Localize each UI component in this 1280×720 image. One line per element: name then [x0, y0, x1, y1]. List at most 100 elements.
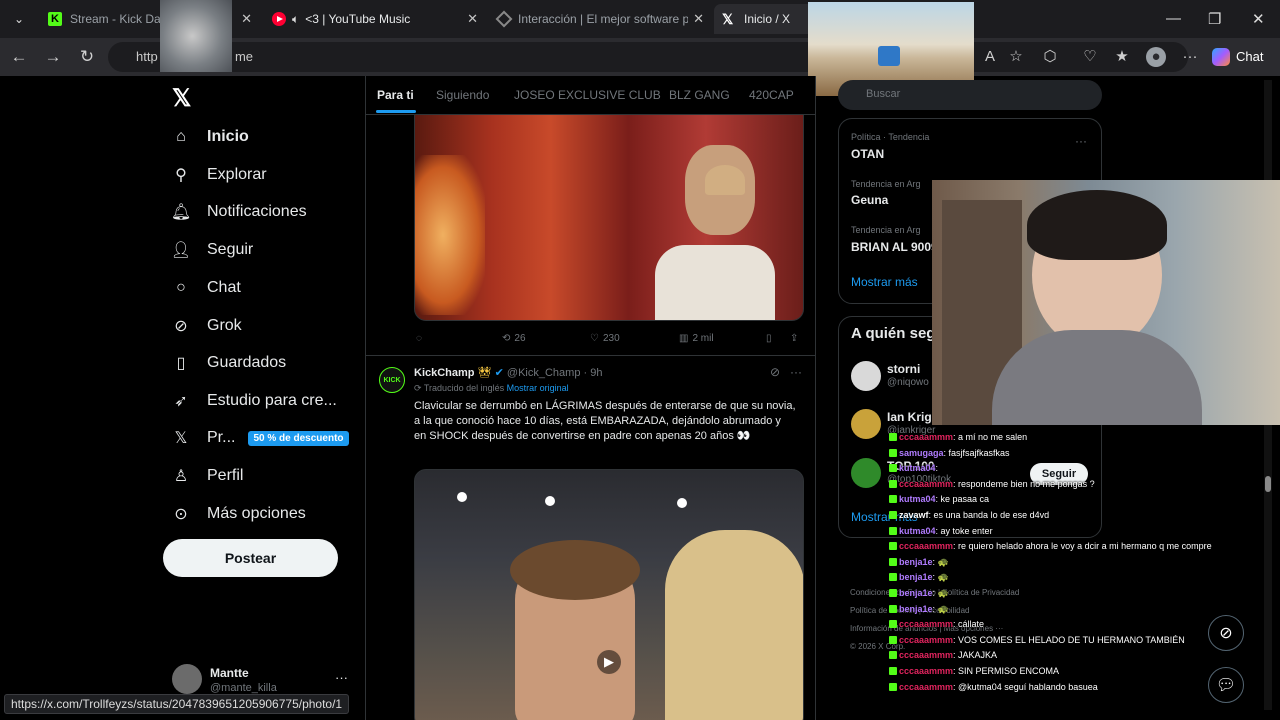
account-name[interactable]: Mantte [210, 666, 249, 680]
tab-list-button[interactable]: ⌄ [4, 4, 34, 34]
minimize-icon[interactable]: — [1166, 10, 1181, 27]
chat-username[interactable]: cccaaammm [899, 479, 953, 489]
nav-item-premium[interactable]: 𝕏 Pr... [171, 423, 236, 453]
tweet-media-image[interactable] [414, 114, 804, 321]
trend-name[interactable]: BRIAN AL 9009 [851, 240, 938, 254]
nav-item-explorar[interactable]: ⚲ Explorar [171, 160, 266, 190]
tab-blz-gang[interactable]: BLZ GANG [669, 88, 730, 102]
chat-username[interactable]: benja1e [899, 572, 933, 582]
show-original-link[interactable]: Mostrar original [507, 383, 569, 393]
footer-link[interactable]: Política de Privacidad [942, 588, 1019, 597]
nav-item-perfil[interactable]: ♙ Perfil [171, 461, 244, 491]
favorites-icon[interactable]: ★ [1112, 47, 1132, 67]
chat-username[interactable]: cccaaammm [899, 635, 953, 645]
account-more-icon[interactable]: ··· [335, 670, 348, 685]
tweet-author[interactable]: KickChamp [414, 367, 475, 379]
address-bar[interactable]: http me [108, 42, 1188, 72]
speaker-icon[interactable]: 🔈︎ [292, 12, 299, 27]
suggestion-name[interactable]: Ian Krige [887, 410, 938, 424]
chat-username[interactable]: kutma04 [899, 463, 936, 473]
suggestion-name[interactable]: storni [887, 362, 920, 376]
reply-icon[interactable]: ◌ [416, 333, 422, 344]
main-feed: Para ti Siguiendo JOSEO EXCLUSIVE CLUB B… [365, 76, 816, 720]
maximize-icon[interactable]: ❐ [1208, 10, 1221, 28]
chat-username[interactable]: kutma04 [899, 526, 936, 536]
chat-username[interactable]: benja1e [899, 588, 933, 598]
grok-icon[interactable]: ⊘ [770, 365, 780, 379]
nav-item-chat[interactable]: ○ Chat [171, 273, 241, 303]
trend-name[interactable]: Geuna [851, 193, 888, 207]
like-button[interactable]: ♡ 230 [590, 333, 620, 344]
chat-username[interactable]: cccaaammm [899, 682, 953, 692]
show-more-link[interactable]: Mostrar más [851, 275, 918, 289]
reload-icon[interactable]: ↻ [76, 46, 98, 68]
tweet-more-icon[interactable]: ··· [790, 365, 802, 379]
nav-item-estudio[interactable]: ➶ Estudio para cre... [171, 386, 337, 416]
play-icon[interactable]: ▶ [597, 650, 621, 674]
avatar[interactable] [851, 458, 881, 488]
chat-username[interactable]: zavawf [899, 510, 929, 520]
x-logo-icon[interactable]: 𝕏 [172, 84, 191, 113]
more-menu-icon[interactable]: ··· [1180, 47, 1200, 67]
nav-label: Perfil [207, 467, 244, 484]
chat-username[interactable]: kutma04 [899, 494, 936, 504]
tab-youtube-music[interactable]: 🔈︎ <3 | YouTube Music ✕ [264, 4, 486, 34]
favorite-star-icon[interactable]: ☆ [1006, 47, 1026, 67]
avatar[interactable] [851, 409, 881, 439]
close-tab-icon[interactable]: ✕ [467, 11, 478, 27]
chat-username[interactable]: benja1e [899, 604, 933, 614]
nav-label: Grok [207, 317, 242, 334]
nav-item-inicio[interactable]: ⌂ Inicio [171, 122, 249, 152]
avatar[interactable]: KICK [379, 367, 405, 393]
chat-username[interactable]: cccaaammm [899, 432, 953, 442]
chat-username[interactable]: samugaga [899, 448, 944, 458]
read-aloud-icon[interactable]: A [980, 47, 1000, 67]
close-tab-icon[interactable]: ✕ [241, 11, 252, 27]
bookmark-icon: ▯ [176, 355, 186, 372]
repost-count: 26 [514, 332, 526, 344]
tab-para-ti[interactable]: Para ti [377, 88, 414, 102]
tab-420cap[interactable]: 420CAP [749, 88, 794, 102]
repost-button[interactable]: ⟲ 26 [502, 333, 526, 344]
chat-username[interactable]: cccaaammm [899, 650, 953, 660]
tab-interaccion[interactable]: Interacción | El mejor software par ✕ [490, 4, 712, 34]
nav-item-grok[interactable]: ⊘ Grok [171, 311, 242, 341]
trend-name[interactable]: OTAN [851, 147, 884, 161]
tab-siguiendo[interactable]: Siguiendo [436, 88, 489, 102]
nav-item-notificaciones[interactable]: 🔔︎ Notificaciones [171, 197, 307, 227]
nav-item-guardados[interactable]: ▯ Guardados [171, 348, 287, 378]
nav-item-mas-opciones[interactable]: ⊙ Más opciones [171, 499, 305, 529]
back-icon[interactable]: ← [8, 46, 30, 68]
tweet-video[interactable]: ▶ [414, 469, 804, 720]
suggestion-handle: @niqowo [887, 377, 929, 388]
search-input[interactable]: Buscar [838, 80, 1102, 110]
scrollbar-thumb[interactable] [1265, 476, 1271, 492]
chat-text: : es una banda lo de ese d4vd [928, 510, 1050, 520]
messages-icon[interactable]: 💬︎ [1208, 667, 1244, 703]
copilot-chat-button[interactable]: Chat [1212, 44, 1274, 70]
avatar[interactable] [172, 664, 202, 694]
close-window-icon[interactable]: ✕ [1252, 10, 1265, 28]
bookmark-icon[interactable]: ▯ [766, 333, 772, 344]
avatar[interactable] [851, 361, 881, 391]
hoodie-shape [992, 330, 1202, 425]
chat-username[interactable]: benja1e [899, 557, 933, 567]
chat-username[interactable]: cccaaammm [899, 541, 953, 551]
trend-more-icon[interactable]: ··· [1075, 134, 1087, 148]
browser-essentials-icon[interactable]: ♡ [1080, 47, 1100, 67]
tweet-handle-time[interactable]: @Kick_Champ · 9h [507, 367, 603, 379]
share-icon[interactable]: ⇪ [790, 333, 798, 344]
subscriber-badge-icon [889, 448, 897, 457]
tab-joseo[interactable]: JOSEO EXCLUSIVE CLUB [514, 88, 661, 102]
diamond-logo-icon [495, 10, 513, 28]
close-tab-icon[interactable]: ✕ [693, 11, 704, 27]
chat-username[interactable]: cccaaammm [899, 666, 953, 676]
profile-avatar-icon[interactable]: ● [1146, 47, 1166, 67]
forward-icon[interactable]: → [42, 46, 64, 68]
grok-icon[interactable]: ⊘ [1208, 615, 1244, 651]
chat-username[interactable]: cccaaammm [899, 619, 953, 629]
extensions-icon[interactable]: ⬡ [1040, 47, 1060, 67]
post-button[interactable]: Postear [163, 539, 338, 577]
nav-item-seguir[interactable]: 👤︎ Seguir [171, 235, 253, 265]
views-button[interactable]: ▥ 2 mil [679, 333, 714, 344]
